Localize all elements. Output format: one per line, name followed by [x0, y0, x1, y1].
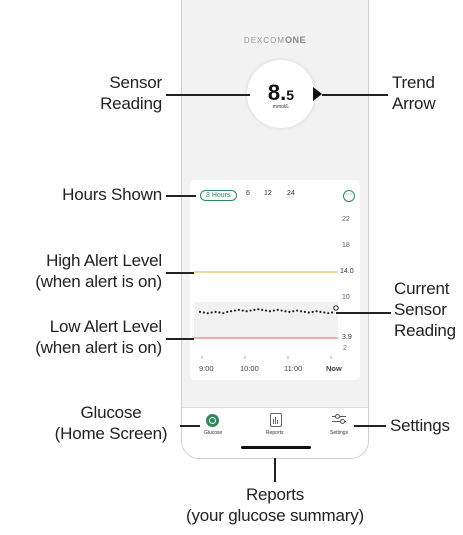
y-tick-18: 18 [342, 242, 350, 249]
data-point [307, 311, 310, 314]
data-point [226, 310, 229, 313]
x-tick-9: 9:00 [199, 364, 214, 373]
trend-arrow-icon [313, 87, 322, 101]
data-point [264, 309, 268, 312]
y-tick-22: 22 [342, 216, 350, 223]
data-point [218, 311, 221, 314]
callout-line-hours [166, 195, 196, 197]
data-point [202, 311, 205, 314]
callout-trend-arrow: Trend Arrow [392, 73, 436, 113]
sensor-value: 8.5 [267, 80, 295, 105]
data-point [327, 312, 330, 315]
glucose-tab-icon[interactable] [206, 414, 219, 427]
data-point [303, 310, 307, 313]
glucose-plot [194, 271, 339, 359]
data-point [229, 310, 233, 313]
y-tick-10: 10 [342, 294, 350, 301]
data-point [299, 310, 303, 313]
data-point [241, 309, 244, 312]
callout-high-alert: High Alert Level (when alert is on) [35, 251, 162, 291]
glucose-tab-label[interactable]: Glucose [204, 430, 222, 436]
data-point [237, 308, 240, 312]
data-point [331, 311, 334, 314]
data-point [284, 310, 287, 313]
data-point [292, 310, 295, 313]
target-range-band [194, 302, 338, 338]
callout-line-glucose [180, 425, 200, 427]
data-point [261, 308, 264, 312]
data-point [245, 310, 248, 313]
x-tick-10: 10:00 [240, 364, 259, 373]
data-point [288, 310, 291, 313]
settings-tab-label[interactable]: Settings [330, 430, 348, 436]
y-tick-2: 2 [343, 345, 347, 352]
data-point [280, 309, 283, 312]
reports-tab-icon[interactable] [270, 413, 282, 427]
data-point [276, 308, 279, 312]
data-point [206, 312, 209, 315]
callout-hours-shown: Hours Shown [62, 185, 162, 204]
callout-line-settings [354, 425, 386, 427]
brand-logo: DEXCOMONE [243, 35, 307, 45]
callout-settings: Settings [390, 416, 450, 435]
callout-line-reports [274, 458, 276, 482]
data-point [311, 310, 314, 313]
callout-sensor-reading: Sensor Reading [100, 73, 162, 113]
sensor-reading-circle[interactable]: 8.5 mmol/L [247, 60, 315, 128]
y-tick-high: 14.0 [340, 268, 354, 275]
data-point [214, 310, 217, 313]
callout-glucose-home: Glucose (Home Screen) [54, 403, 168, 443]
data-point [253, 308, 256, 312]
bottom-nav: Glucose Reports Settings [182, 407, 368, 458]
settings-tab-icon[interactable] [332, 414, 346, 424]
current-reading-point [333, 305, 339, 311]
data-point [268, 310, 272, 313]
x-tick-now: Now [326, 364, 342, 373]
data-point [249, 309, 252, 312]
callout-line-current [336, 312, 391, 314]
y-tick-low: 3.9 [342, 334, 352, 341]
data-point [198, 310, 202, 313]
data-point [233, 309, 237, 312]
callout-low-alert: Low Alert Level (when alert is on) [35, 317, 162, 357]
callout-current-reading: Current Sensor Reading [394, 279, 456, 340]
data-point [272, 309, 275, 312]
home-indicator [241, 446, 311, 449]
callout-reports: Reports (your glucose summary) [186, 485, 364, 525]
phone-screen: DEXCOMONE 8.5 mmol/L 3 Hours 6 12 24 ⋯ 2… [181, 0, 369, 459]
sensor-unit: mmol/L [272, 104, 290, 110]
x-tick-11: 11:00 [284, 364, 303, 373]
callout-line-low [166, 338, 194, 340]
glucose-chart-card: 3 Hours 6 12 24 ⋯ 22 18 14.0 10 3.9 2 9:… [190, 180, 360, 380]
reports-tab-label[interactable]: Reports [266, 430, 284, 436]
callout-line-high [166, 272, 194, 274]
data-point [296, 309, 299, 312]
data-point [222, 312, 225, 315]
callout-line-trend [322, 94, 388, 96]
data-point [210, 311, 213, 314]
callout-line-sensor [166, 94, 250, 96]
data-point [323, 311, 326, 314]
data-point [315, 310, 318, 313]
data-point [257, 308, 260, 311]
data-point [319, 310, 322, 313]
